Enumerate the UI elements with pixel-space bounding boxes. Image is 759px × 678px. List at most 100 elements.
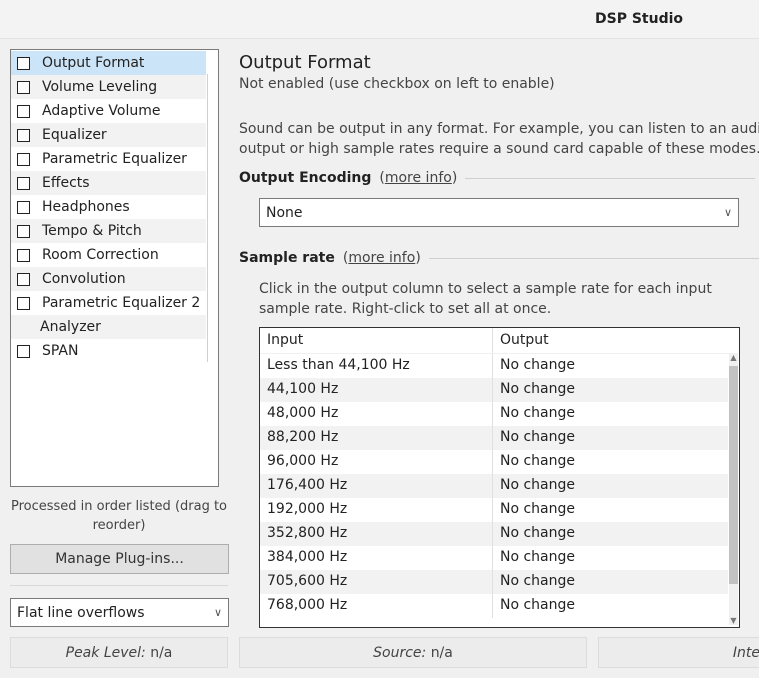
plugin-enable-checkbox[interactable] — [17, 176, 30, 190]
plugin-item[interactable]: Room Correction — [11, 243, 206, 267]
output-rate-cell[interactable]: No change — [500, 525, 575, 541]
third-status: Inte — [598, 637, 759, 668]
plugin-enable-checkbox[interactable] — [17, 296, 30, 310]
output-encoding-value: None — [266, 204, 303, 221]
chevron-down-icon: ∨ — [723, 206, 733, 219]
plugin-enable-checkbox[interactable] — [17, 248, 30, 262]
table-row[interactable]: 352,800 Hz No change — [260, 522, 728, 546]
output-encoding-heading: Output Encoding (more info) — [239, 170, 756, 186]
scrollbar-thumb[interactable] — [729, 366, 738, 584]
plugin-enable-checkbox[interactable] — [17, 80, 30, 94]
plugin-item-label: Equalizer — [42, 127, 107, 143]
plugin-enable-checkbox[interactable] — [17, 200, 30, 214]
plugin-item[interactable]: Effects — [11, 171, 206, 195]
column-separator — [492, 498, 493, 522]
input-rate-cell: 176,400 Hz — [267, 477, 348, 493]
plugin-item-label: Effects — [42, 175, 90, 191]
scroll-down-icon[interactable]: ▼ — [729, 616, 738, 625]
output-rate-cell[interactable]: No change — [500, 357, 575, 373]
chevron-down-icon: ∨ — [213, 606, 223, 619]
plugin-enable-checkbox[interactable] — [17, 224, 30, 238]
table-row[interactable]: 48,000 Hz No change — [260, 402, 728, 426]
table-row[interactable]: 384,000 Hz No change — [260, 546, 728, 570]
table-scrollbar[interactable]: ▲ ▼ — [729, 353, 738, 625]
header-input[interactable]: Input — [267, 332, 303, 348]
output-rate-cell[interactable]: No change — [500, 381, 575, 397]
column-separator — [492, 594, 493, 618]
sample-rate-table[interactable]: Input Output Less than 44,100 Hz No chang… — [259, 327, 740, 628]
checkbox-placeholder — [17, 322, 28, 333]
column-separator — [492, 354, 493, 378]
plugin-item[interactable]: Parametric Equalizer 2 — [11, 291, 206, 315]
plugin-item-label: Room Correction — [42, 247, 159, 263]
output-encoding-select[interactable]: None ∨ — [259, 198, 739, 227]
output-rate-cell[interactable]: No change — [500, 477, 575, 493]
source-status: Source: n/a — [239, 637, 587, 668]
plugin-list[interactable]: Output Format Volume Leveling Adaptive Vol… — [10, 49, 219, 487]
column-separator — [492, 378, 493, 402]
output-rate-cell[interactable]: No change — [500, 453, 575, 469]
output-rate-cell[interactable]: No change — [500, 573, 575, 589]
input-rate-cell: 352,800 Hz — [267, 525, 348, 541]
plugin-item-label: Parametric Equalizer — [42, 151, 187, 167]
input-rate-cell: 96,000 Hz — [267, 453, 339, 469]
table-row[interactable]: 705,600 Hz No change — [260, 570, 728, 594]
plugin-enable-checkbox[interactable] — [17, 56, 30, 70]
plugin-enable-checkbox[interactable] — [17, 272, 30, 286]
table-row[interactable]: 768,000 Hz No change — [260, 594, 728, 618]
table-row[interactable]: 88,200 Hz No change — [260, 426, 728, 450]
column-separator — [492, 450, 493, 474]
plugin-enable-checkbox[interactable] — [17, 128, 30, 142]
overflow-select-value: Flat line overflows — [17, 604, 145, 621]
scroll-up-icon[interactable]: ▲ — [729, 353, 738, 362]
plugin-item[interactable]: Tempo & Pitch — [11, 219, 206, 243]
plugin-item[interactable]: Convolution — [11, 267, 206, 291]
source-label: Source: — [373, 644, 427, 661]
plugin-enable-checkbox[interactable] — [17, 344, 30, 358]
plugin-item[interactable]: Equalizer — [11, 123, 206, 147]
plugin-item[interactable]: Adaptive Volume — [11, 99, 206, 123]
overflow-select[interactable]: Flat line overflows ∨ — [10, 598, 229, 627]
source-value: n/a — [430, 644, 453, 661]
plugin-list-scrollbar[interactable] — [207, 74, 208, 362]
sample-rate-label: Sample rate — [239, 250, 335, 266]
peak-level-value: n/a — [150, 644, 173, 661]
output-rate-cell[interactable]: No change — [500, 597, 575, 613]
plugin-item-label: SPAN — [42, 343, 79, 359]
sample-rate-heading: Sample rate (more info) — [239, 250, 759, 266]
header-output[interactable]: Output — [500, 332, 549, 348]
input-rate-cell: 88,200 Hz — [267, 429, 339, 445]
input-rate-cell: 44,100 Hz — [267, 381, 339, 397]
column-separator — [492, 522, 493, 546]
description-line-2: output or high sample rates require a so… — [239, 141, 759, 157]
table-row[interactable]: 44,100 Hz No change — [260, 378, 728, 402]
plugin-enable-checkbox[interactable] — [17, 152, 30, 166]
order-note: Processed in order listed (drag to reord… — [10, 499, 228, 533]
table-row[interactable]: 192,000 Hz No change — [260, 498, 728, 522]
output-encoding-more-info-link[interactable]: (more info) — [379, 170, 457, 186]
input-rate-cell: 705,600 Hz — [267, 573, 348, 589]
table-row[interactable]: Less than 44,100 Hz No change — [260, 354, 728, 378]
column-separator — [492, 426, 493, 450]
plugin-item[interactable]: SPAN — [11, 339, 206, 363]
table-row[interactable]: 176,400 Hz No change — [260, 474, 728, 498]
column-separator — [492, 474, 493, 498]
plugin-item[interactable]: Headphones — [11, 195, 206, 219]
plugin-item[interactable]: Parametric Equalizer — [11, 147, 206, 171]
sample-rate-more-info-link[interactable]: (more info) — [343, 250, 421, 266]
plugin-item[interactable]: Volume Leveling — [11, 75, 206, 99]
third-status-label: Inte — [732, 644, 759, 661]
output-rate-cell[interactable]: No change — [500, 549, 575, 565]
plugin-item[interactable]: Analyzer — [11, 315, 206, 339]
input-rate-cell: 384,000 Hz — [267, 549, 348, 565]
sample-rate-note: Click in the output column to select a s… — [259, 281, 712, 317]
manage-plugins-button[interactable]: Manage Plug-ins... — [10, 544, 229, 574]
output-rate-cell[interactable]: No change — [500, 405, 575, 421]
output-rate-cell[interactable]: No change — [500, 429, 575, 445]
output-rate-cell[interactable]: No change — [500, 501, 575, 517]
plugin-item[interactable]: Output Format — [11, 51, 206, 75]
table-header: Input Output — [260, 328, 730, 354]
plugin-enable-checkbox[interactable] — [17, 104, 30, 118]
panel-subtitle: Not enabled (use checkbox on left to ena… — [239, 76, 555, 92]
table-row[interactable]: 96,000 Hz No change — [260, 450, 728, 474]
